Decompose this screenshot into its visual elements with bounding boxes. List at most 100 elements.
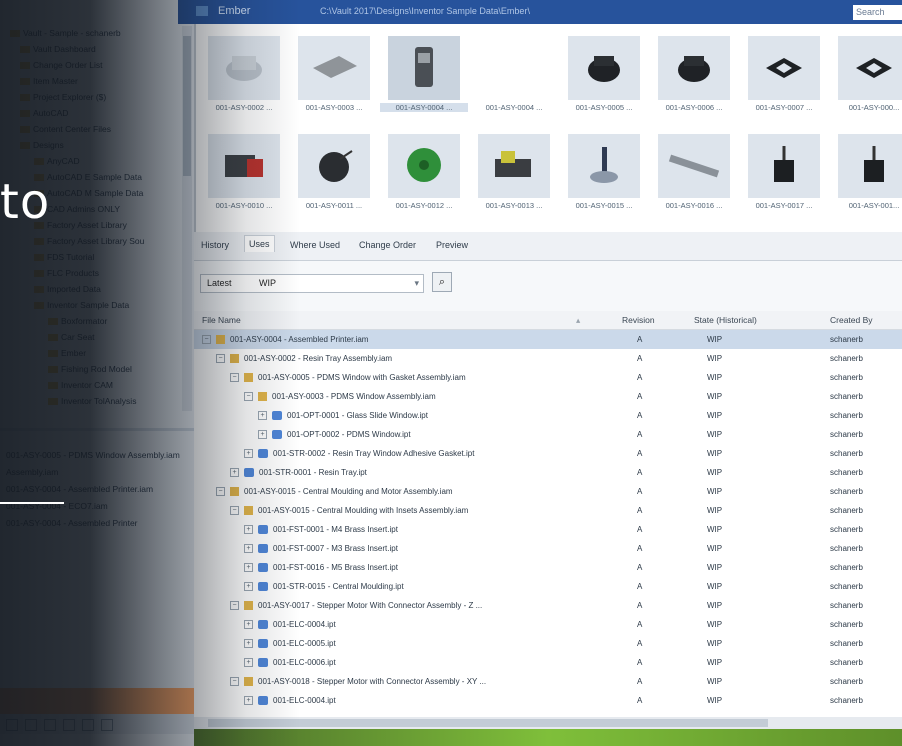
tree-item[interactable]: Boxformator xyxy=(48,314,107,328)
table-row[interactable]: − 001-ASY-0018 - Stepper Motor with Conne… xyxy=(194,672,902,691)
search-input[interactable]: Search xyxy=(853,5,902,20)
col-state[interactable]: State (Historical) xyxy=(694,315,757,325)
toolbar-icon[interactable] xyxy=(6,719,18,731)
table-row[interactable]: +001-ELC-0005.ipt A WIP schanerb xyxy=(194,634,902,653)
table-row[interactable]: +001-STR-0002 - Resin Tray Window Adhesi… xyxy=(194,444,902,463)
table-row[interactable]: +001-ELC-0004.ipt A WIP schanerb xyxy=(194,691,902,710)
tree-item[interactable]: AutoCAD E Sample Data xyxy=(34,170,142,184)
table-row[interactable]: +001-ELC-0006.ipt A WIP schanerb xyxy=(194,653,902,672)
expand-icon[interactable]: + xyxy=(244,449,253,459)
tree-item[interactable]: Project Explorer ($) xyxy=(20,90,106,104)
tree-item[interactable]: Ember xyxy=(48,346,86,360)
expand-icon[interactable]: + xyxy=(244,563,253,573)
col-file-name[interactable]: File Name xyxy=(202,315,241,325)
expand-icon[interactable]: + xyxy=(258,411,267,421)
table-row[interactable]: +001-OPT-0001 - Glass Slide Window.ipt A W… xyxy=(194,406,902,425)
tree-item[interactable]: FDS Tutorial xyxy=(34,250,94,264)
table-hscrollbar[interactable] xyxy=(194,717,902,729)
collapse-icon[interactable]: − xyxy=(230,506,239,516)
collapse-icon[interactable]: − xyxy=(202,335,211,345)
toolbar-icon[interactable] xyxy=(101,719,113,731)
thumbnail[interactable]: 001-ASY-0002 ... xyxy=(200,36,288,112)
tree-item[interactable]: Change Order List xyxy=(20,58,102,72)
hscroll-thumb[interactable] xyxy=(208,719,768,727)
collapse-icon[interactable]: − xyxy=(230,677,239,687)
toolbar-icon[interactable] xyxy=(63,719,75,731)
thumbnail[interactable]: 001-ASY-0011 ... xyxy=(290,134,378,210)
nav-scrollbar[interactable] xyxy=(182,26,192,411)
thumbnail[interactable]: 001-ASY-000... xyxy=(830,36,902,112)
tree-item[interactable]: Inventor TolAnalysis xyxy=(48,394,136,408)
thumbnail[interactable]: 001-ASY-001... xyxy=(830,134,902,210)
thumbnail[interactable]: 001-ASY-0007 ... xyxy=(740,36,828,112)
expand-icon[interactable]: + xyxy=(244,696,253,706)
collapse-icon[interactable]: − xyxy=(230,601,239,611)
table-row[interactable]: +001-FST-0007 - M3 Brass Insert.ipt A WIP s… xyxy=(194,539,902,558)
tab-where-used[interactable]: Where Used xyxy=(290,240,340,250)
expand-icon[interactable]: + xyxy=(244,544,253,554)
col-created-by[interactable]: Created By xyxy=(830,315,873,325)
expand-icon[interactable]: + xyxy=(244,639,253,649)
toolbar-icon[interactable] xyxy=(44,719,56,731)
tree-item[interactable]: AnyCAD xyxy=(34,154,80,168)
thumbnail[interactable]: 001-ASY-0004 ... xyxy=(470,36,558,112)
thumbnail[interactable]: 001-ASY-0017 ... xyxy=(740,134,828,210)
tree-item[interactable]: Vault Dashboard xyxy=(20,42,96,56)
expand-icon[interactable]: + xyxy=(244,525,253,535)
table-row[interactable]: − 001-ASY-0004 - Assembled Printer.iam A WI… xyxy=(194,330,902,349)
recent-item[interactable]: 001-ASY-0004 - Assembled Printer.iam xyxy=(6,482,153,496)
tree-item[interactable]: Vault - Sample - schanerb xyxy=(10,26,121,40)
tree-item[interactable]: Inventor CAM xyxy=(48,378,113,392)
tab-history[interactable]: History xyxy=(201,240,229,250)
thumbnail[interactable]: 001-ASY-0003 ... xyxy=(290,36,378,112)
table-row[interactable]: +001-FST-0001 - M4 Brass Insert.ipt A WIP s… xyxy=(194,520,902,539)
expand-icon[interactable]: + xyxy=(244,658,253,668)
version-filter-select[interactable]: Latest WIP ▾ xyxy=(200,274,424,293)
expand-icon[interactable]: + xyxy=(230,468,239,478)
table-row[interactable]: − 001-ASY-0005 - PDMS Window with Gasket … xyxy=(194,368,902,387)
tab-uses[interactable]: Uses xyxy=(244,235,275,252)
tab-change-order[interactable]: Change Order xyxy=(359,240,416,250)
tree-item[interactable]: Content Center Files xyxy=(20,122,111,136)
expand-icon[interactable]: + xyxy=(244,582,253,592)
thumbnail[interactable]: 001-ASY-0013 ... xyxy=(470,134,558,210)
toolbar-icon[interactable] xyxy=(25,719,37,731)
find-button[interactable]: ⌕ xyxy=(432,272,452,292)
thumbnail[interactable]: 001-ASY-0012 ... xyxy=(380,134,468,210)
tab-preview[interactable]: Preview xyxy=(436,240,468,250)
nav-scrollbar-thumb[interactable] xyxy=(183,36,191,176)
table-row[interactable]: +001-STR-0015 - Central Moulding.ipt A WIP… xyxy=(194,577,902,596)
table-row[interactable]: − 001-ASY-0002 - Resin Tray Assembly.iam A… xyxy=(194,349,902,368)
expand-icon[interactable]: + xyxy=(244,620,253,630)
table-row[interactable]: − 001-ASY-0015 - Central Moulding with In… xyxy=(194,501,902,520)
thumbnail[interactable]: 001-ASY-0015 ... xyxy=(560,134,648,210)
toolbar-icon[interactable] xyxy=(82,719,94,731)
table-row[interactable]: +001-STR-0001 - Resin Tray.ipt A WIP schane… xyxy=(194,463,902,482)
tree-item[interactable]: AutoCAD M Sample Data xyxy=(34,186,143,200)
table-row[interactable]: +001-OPT-0002 - PDMS Window.ipt A WIP schan… xyxy=(194,425,902,444)
thumbnail[interactable]: 001-ASY-0004 ... xyxy=(380,36,468,112)
expand-icon[interactable]: + xyxy=(258,430,267,440)
tree-item[interactable]: Fishing Rod Model xyxy=(48,362,132,376)
pane-splitter[interactable] xyxy=(0,428,194,431)
recent-item[interactable]: 001-ASY-0005 - PDMS Window Assembly.iam xyxy=(6,448,180,462)
recent-item[interactable]: 001-ASY-0004 - Assembled Printer xyxy=(6,516,138,530)
tree-item[interactable]: Car Seat xyxy=(48,330,95,344)
recent-item[interactable]: Assembly.iam xyxy=(6,465,58,479)
tree-item[interactable]: Inventor Sample Data xyxy=(34,298,129,312)
tree-item[interactable]: Imported Data xyxy=(34,282,101,296)
collapse-icon[interactable]: − xyxy=(230,373,239,383)
table-row[interactable]: − 001-ASY-0003 - PDMS Window Assembly.iam… xyxy=(194,387,902,406)
table-row[interactable]: − 001-ASY-0017 - Stepper Motor With Conne… xyxy=(194,596,902,615)
tree-item[interactable]: Item Master xyxy=(20,74,78,88)
col-revision[interactable]: Revision xyxy=(622,315,655,325)
collapse-icon[interactable]: − xyxy=(216,487,225,497)
thumbnail[interactable]: 001-ASY-0010 ... xyxy=(200,134,288,210)
table-row[interactable]: − 001-ASY-0015 - Central Moulding and Mot… xyxy=(194,482,902,501)
thumbnail[interactable]: 001-ASY-0006 ... xyxy=(650,36,738,112)
collapse-icon[interactable]: − xyxy=(244,392,253,402)
tree-item[interactable]: Factory Asset Library Sou xyxy=(34,234,144,248)
tree-item[interactable]: Designs xyxy=(20,138,64,152)
collapse-icon[interactable]: − xyxy=(216,354,225,364)
thumbnail[interactable]: 001-ASY-0005 ... xyxy=(560,36,648,112)
